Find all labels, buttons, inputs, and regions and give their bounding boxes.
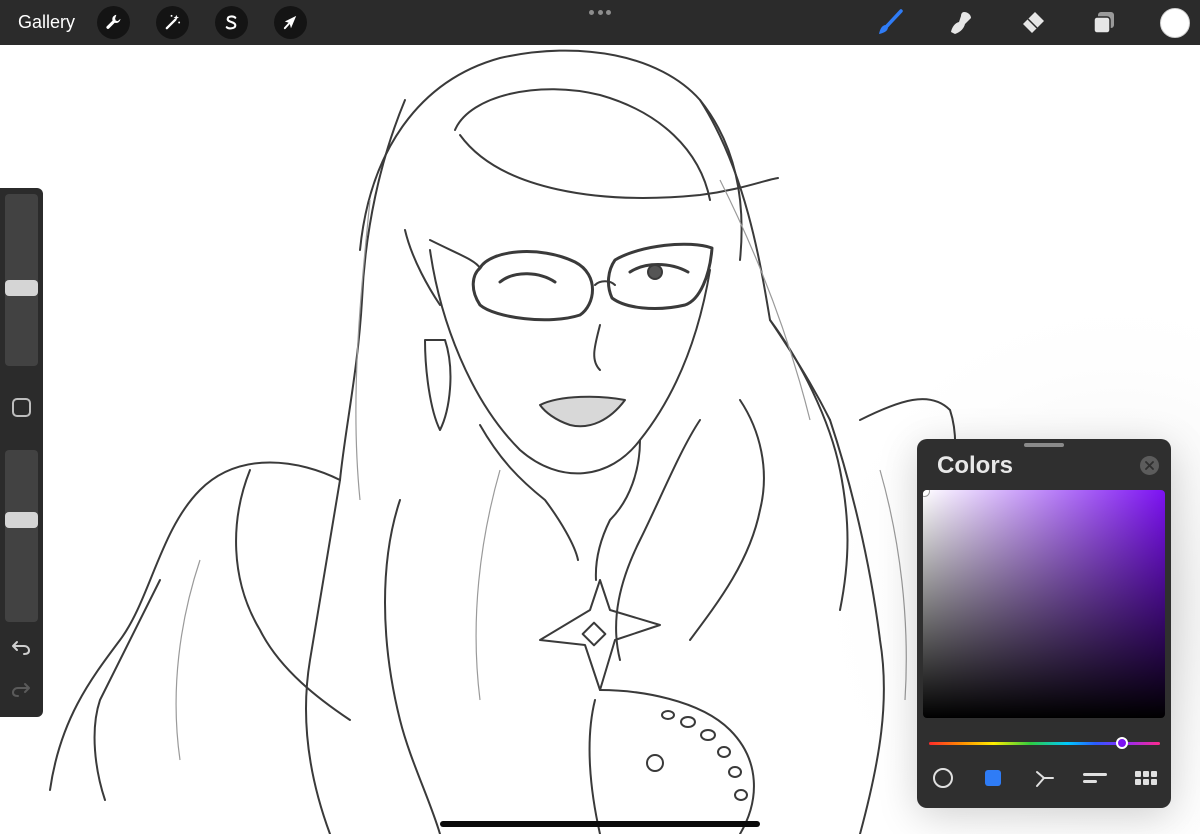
actions-button[interactable] [97, 6, 130, 39]
gallery-button[interactable]: Gallery [18, 11, 75, 33]
panel-grabber[interactable] [1024, 443, 1064, 447]
brush-tool-button[interactable] [873, 6, 907, 40]
home-indicator[interactable] [440, 821, 760, 827]
palette-grid-icon[interactable] [1133, 765, 1159, 791]
arrow-cursor-icon [283, 15, 297, 30]
color-mode-tabs [917, 761, 1171, 793]
undo-icon[interactable] [10, 636, 32, 658]
saturation-value-picker[interactable] [923, 490, 1165, 718]
square-classic-icon[interactable] [980, 765, 1006, 791]
top-toolbar: Gallery [0, 0, 1200, 45]
wrench-icon [106, 14, 121, 29]
smudge-tool-button[interactable] [944, 6, 978, 40]
opacity-handle[interactable] [5, 512, 38, 528]
current-color-swatch[interactable] [1160, 8, 1190, 38]
procreate-app: Gallery Colors [0, 0, 1200, 834]
adjustments-button[interactable] [156, 6, 189, 39]
opacity-slider[interactable] [5, 450, 38, 622]
close-icon[interactable] [1140, 456, 1159, 475]
brush-icon [879, 9, 903, 34]
dot [606, 9, 611, 15]
redo-icon[interactable] [10, 678, 32, 700]
layers-icon [1093, 12, 1114, 34]
selection-button[interactable] [215, 6, 248, 39]
brush-size-slider[interactable] [5, 194, 38, 366]
value-bars-icon[interactable] [1082, 765, 1108, 791]
harmony-icon[interactable] [1031, 765, 1057, 791]
colors-panel: Colors [917, 439, 1171, 808]
hue-slider-handle[interactable] [1116, 737, 1128, 749]
dot [589, 9, 594, 15]
left-sidebar [0, 188, 43, 717]
dot [597, 9, 603, 15]
smudge-icon [951, 12, 971, 34]
more-dots-icon[interactable] [584, 4, 616, 20]
eraser-icon [1023, 12, 1044, 33]
transform-button[interactable] [274, 6, 307, 39]
color-picker-handle[interactable] [923, 490, 930, 497]
brush-size-handle[interactable] [5, 280, 38, 296]
eraser-tool-button[interactable] [1016, 6, 1050, 40]
square-modify-icon[interactable] [12, 398, 31, 417]
magic-wand-icon [165, 14, 181, 30]
circle-disc-icon[interactable] [930, 765, 956, 791]
layers-button[interactable] [1087, 6, 1121, 40]
panel-title: Colors [937, 452, 1014, 479]
selection-s-icon [225, 15, 237, 30]
